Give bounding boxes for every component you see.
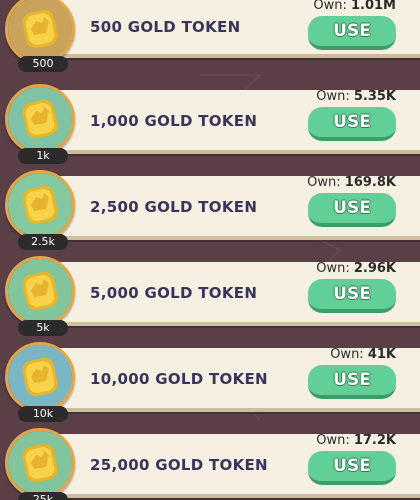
token-name: 1,000 GOLD TOKEN (90, 112, 258, 130)
owned-count: Own: 5.35K (316, 89, 396, 104)
gold-coin-icon (8, 173, 72, 237)
owned-count: Own: 41K (330, 347, 396, 362)
use-button[interactable]: USE (308, 365, 396, 399)
token-value-badge: 5k (18, 320, 68, 336)
owned-count: Own: 2.96K (316, 261, 396, 276)
gold-coin-icon (8, 0, 72, 61)
own-value: 17.2K (353, 433, 396, 448)
own-label: Own: (316, 261, 350, 276)
token-value-badge: 10k (18, 406, 68, 422)
gold-coin-icon (8, 259, 72, 323)
token-row: 1k 1,000 GOLD TOKEN Own: 5.35K USE (0, 84, 420, 164)
owned-count: Own: 169.8K (307, 175, 396, 190)
own-label: Own: (307, 175, 341, 190)
own-label: Own: (313, 0, 347, 13)
token-value-badge: 2.5k (18, 234, 68, 250)
token-value-badge: 25k (18, 492, 68, 500)
use-button[interactable]: USE (308, 16, 396, 50)
own-value: 169.8K (344, 175, 396, 190)
own-label: Own: (330, 347, 364, 362)
token-name: 2,500 GOLD TOKEN (90, 198, 258, 216)
owned-count: Own: 17.2K (316, 433, 396, 448)
gold-coin-icon (8, 345, 72, 409)
token-medal (5, 428, 75, 498)
own-value: 1.01M (350, 0, 396, 13)
token-name: 5,000 GOLD TOKEN (90, 284, 258, 302)
use-button[interactable]: USE (308, 451, 396, 485)
use-button[interactable]: USE (308, 193, 396, 227)
own-value: 41K (367, 347, 396, 362)
token-medal (5, 84, 75, 154)
use-button[interactable]: USE (308, 279, 396, 313)
token-medal (5, 170, 75, 240)
token-value-badge: 1k (18, 148, 68, 164)
token-row: 25k 25,000 GOLD TOKEN Own: 17.2K USE (0, 428, 420, 500)
token-medal (5, 256, 75, 326)
token-medal (5, 342, 75, 412)
token-row: 10k 10,000 GOLD TOKEN Own: 41K USE (0, 342, 420, 422)
token-value-badge: 500 (18, 56, 68, 72)
gold-coin-icon (8, 87, 72, 151)
token-name: 500 GOLD TOKEN (90, 18, 241, 36)
own-value: 2.96K (353, 261, 396, 276)
token-row: 500 500 GOLD TOKEN Own: 1.01M USE (0, 0, 420, 74)
token-list: 500 500 GOLD TOKEN Own: 1.01M USE 1k 1,0… (0, 0, 420, 500)
own-label: Own: (316, 433, 350, 448)
token-row: 5k 5,000 GOLD TOKEN Own: 2.96K USE (0, 256, 420, 336)
owned-count: Own: 1.01M (313, 0, 396, 13)
gold-coin-icon (8, 431, 72, 495)
own-label: Own: (316, 89, 350, 104)
token-medal (5, 0, 75, 64)
use-button[interactable]: USE (308, 107, 396, 141)
own-value: 5.35K (353, 89, 396, 104)
token-row: 2.5k 2,500 GOLD TOKEN Own: 169.8K USE (0, 170, 420, 250)
token-name: 10,000 GOLD TOKEN (90, 370, 268, 388)
token-name: 25,000 GOLD TOKEN (90, 456, 268, 474)
